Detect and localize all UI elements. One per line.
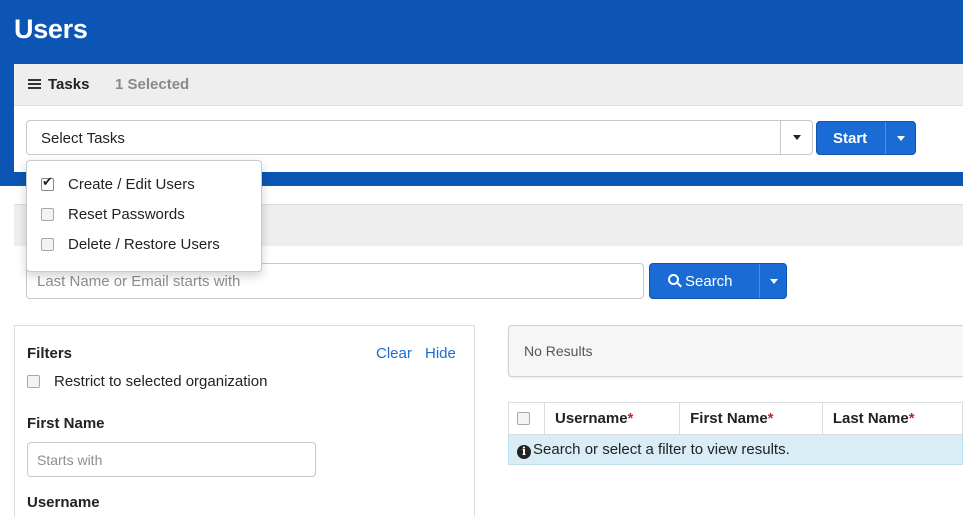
first-name-input[interactable] [27,442,316,477]
restrict-checkbox[interactable] [27,375,40,388]
select-tasks-dropdown[interactable]: Select Tasks [26,120,813,155]
select-tasks-value: Select Tasks [41,130,125,147]
column-header-first-name[interactable]: First Name* [679,402,823,435]
start-button[interactable]: Start [816,121,916,155]
table-row: i Search or select a filter to view resul… [508,434,963,465]
username-label: Username [27,494,100,511]
results-status-bar: No Results [508,325,963,377]
checkbox-checked[interactable]: ✔ [41,173,54,191]
checkbox[interactable] [41,237,54,251]
menu-item-delete-restore-users[interactable]: Delete / Restore Users [41,233,220,255]
list-icon [28,79,41,90]
start-dropdown-caret-icon[interactable] [897,136,905,141]
select-all-checkbox[interactable] [517,412,530,425]
tasks-panel: Tasks 1 Selected Select Tasks Start [14,64,963,172]
menu-item-reset-passwords[interactable]: Reset Passwords [41,203,185,225]
checkmark-icon: ✔ [42,173,53,189]
column-header-last-name[interactable]: Last Name* [821,402,963,435]
tasks-selected-count: 1 Selected [115,76,190,93]
search-button-label: Search [685,273,733,290]
button-divider [885,122,886,154]
column-header-username[interactable]: Username* [543,402,681,435]
table-header-row: Username* First Name* Last Name* [508,402,963,435]
start-button-label: Start [833,130,868,147]
menu-item-label: Create / Edit Users [68,175,195,193]
required-mark: * [767,410,774,427]
results-table: Username* First Name* Last Name* i Search… [508,402,963,465]
filters-panel: Filters Clear Hide Restrict to selected … [14,325,475,517]
required-mark: * [627,410,634,427]
menu-item-create-edit-users[interactable]: ✔ Create / Edit Users [41,173,195,195]
select-all-header [508,402,545,435]
checkbox[interactable] [41,207,54,221]
tasks-label: Tasks [48,76,90,93]
menu-item-label: Reset Passwords [68,205,185,223]
tasks-menu: ✔ Create / Edit Users Reset Passwords De… [26,160,262,272]
first-name-label: First Name [27,415,105,432]
results-status: No Results [524,343,593,359]
search-dropdown-caret-icon[interactable] [770,279,778,284]
info-icon: i [517,444,531,459]
required-mark: * [908,410,915,427]
button-divider [759,264,760,298]
search-button[interactable]: Search [649,263,787,299]
menu-item-label: Delete / Restore Users [68,235,220,253]
info-message-row: i Search or select a filter to view resul… [508,434,963,465]
page-title: Users [14,14,88,44]
clear-filters-link[interactable]: Clear [376,345,412,362]
chevron-down-icon [793,135,801,140]
restrict-organization-option[interactable]: Restrict to selected organization [27,373,267,390]
restrict-label: Restrict to selected organization [54,373,268,390]
tasks-toolbar: Tasks 1 Selected [14,64,963,106]
hide-filters-link[interactable]: Hide [425,345,456,362]
select-tasks-toggle[interactable] [780,121,813,154]
info-message: Search or select a filter to view result… [533,440,790,458]
filters-title: Filters [27,345,73,362]
